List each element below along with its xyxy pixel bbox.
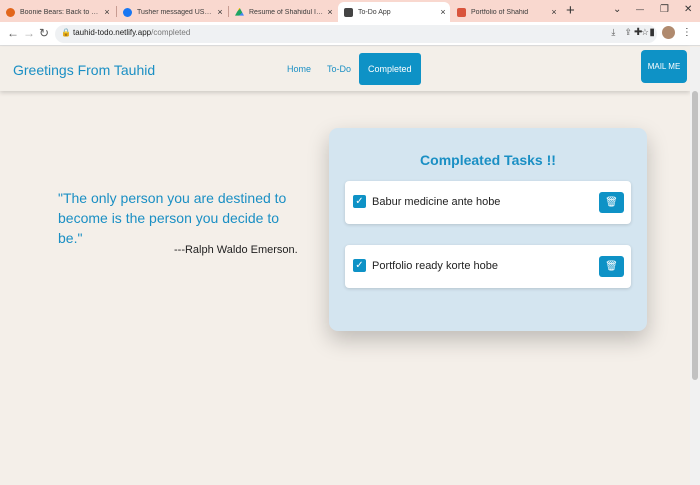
- tab-close-icon[interactable]: ×: [436, 7, 450, 17]
- extensions-puzzle-icon[interactable]: ✚: [634, 27, 642, 38]
- task-checkbox[interactable]: ✓: [353, 259, 366, 272]
- tab-title: Boonie Bears: Back to Earth: [20, 8, 100, 16]
- quote-author: ---Ralph Waldo Emerson.: [174, 244, 298, 256]
- trash-icon[interactable]: 🗑: [599, 192, 624, 213]
- minimize-icon[interactable]: —: [636, 2, 644, 18]
- tab-close-icon[interactable]: ×: [100, 7, 114, 17]
- task-item: ✓ Babur medicine ante hobe 🗑: [345, 181, 631, 224]
- browser-toolbar: ← → ↻ 🔒 tauhid-todo.netlify.app/complete…: [0, 22, 700, 46]
- tab-close-icon[interactable]: ×: [213, 7, 227, 17]
- side-panel-icon[interactable]: ▮: [649, 27, 655, 38]
- tab-title: Resume of Shahidul Islam .p: [249, 8, 323, 16]
- forward-arrow-icon[interactable]: →: [23, 26, 35, 41]
- task-item: ✓ Portfolio ready korte hobe 🗑: [345, 245, 631, 288]
- lock-icon: 🔒: [61, 28, 71, 37]
- mail-me-button[interactable]: MAIL ME: [641, 50, 687, 83]
- tab-close-icon[interactable]: ×: [547, 7, 561, 17]
- tab-close-icon[interactable]: ×: [323, 7, 337, 17]
- task-text: Babur medicine ante hobe: [372, 196, 501, 208]
- portfolio-favicon-icon: [457, 7, 466, 17]
- completed-tasks-card: Compleated Tasks !! ✓ Babur medicine ant…: [329, 128, 647, 331]
- tab-title: To-Do App: [358, 8, 391, 16]
- browser-tab-bar: Boonie Bears: Back to Earth × Tusher mes…: [0, 0, 700, 22]
- tab-title: Portfolio of Shahid: [471, 8, 529, 16]
- address-bar[interactable]: 🔒 tauhid-todo.netlify.app/completed ⤓ ⇪ …: [55, 25, 657, 43]
- tab-search-chevron-icon[interactable]: ⌄: [613, 2, 621, 18]
- browser-tab[interactable]: Tusher messaged USA Sunvi ×: [117, 2, 227, 22]
- reload-icon[interactable]: ↻: [39, 26, 49, 41]
- site-header: Greetings From Tauhid Home To-Do Complet…: [0, 47, 690, 91]
- page-scrollbar-thumb[interactable]: [692, 91, 698, 380]
- maximize-icon[interactable]: ❐: [660, 2, 669, 18]
- tab-title: Tusher messaged USA Sunvi: [137, 8, 213, 16]
- tab-favicon-icon: [6, 7, 15, 17]
- browser-tab-active[interactable]: To-Do App ×: [338, 2, 450, 22]
- app-favicon-icon: [344, 7, 353, 17]
- url-path: /completed: [151, 28, 191, 37]
- google-drive-icon: [235, 7, 244, 16]
- brand-title[interactable]: Greetings From Tauhid: [13, 62, 155, 78]
- browser-menu-icon[interactable]: ⋮: [682, 27, 692, 38]
- main-nav: Home To-Do Completed: [281, 53, 421, 85]
- facebook-icon: [123, 7, 132, 17]
- browser-tab[interactable]: Portfolio of Shahid ×: [451, 2, 561, 22]
- window-close-icon[interactable]: ✕: [684, 2, 692, 18]
- card-title: Compleated Tasks !!: [420, 152, 556, 168]
- profile-avatar[interactable]: [661, 26, 675, 39]
- nav-home-link[interactable]: Home: [281, 53, 317, 85]
- back-arrow-icon[interactable]: ←: [7, 26, 19, 41]
- quote-text: "The only person you are destined to bec…: [58, 190, 287, 246]
- task-text: Portfolio ready korte hobe: [372, 260, 498, 272]
- task-checkbox[interactable]: ✓: [353, 195, 366, 208]
- nav-todo-link[interactable]: To-Do: [321, 53, 357, 85]
- share-icon[interactable]: ⇪: [624, 27, 632, 38]
- browser-tab[interactable]: Resume of Shahidul Islam .p ×: [229, 2, 337, 22]
- url-host: tauhid-todo.netlify.app: [73, 28, 152, 37]
- url-text[interactable]: tauhid-todo.netlify.app/completed: [73, 28, 190, 37]
- nav-completed-link[interactable]: Completed: [359, 53, 421, 85]
- install-app-icon[interactable]: ⤓: [611, 27, 615, 38]
- trash-icon[interactable]: 🗑: [599, 256, 624, 277]
- new-tab-button[interactable]: +: [566, 2, 575, 20]
- browser-tab[interactable]: Boonie Bears: Back to Earth ×: [0, 2, 114, 22]
